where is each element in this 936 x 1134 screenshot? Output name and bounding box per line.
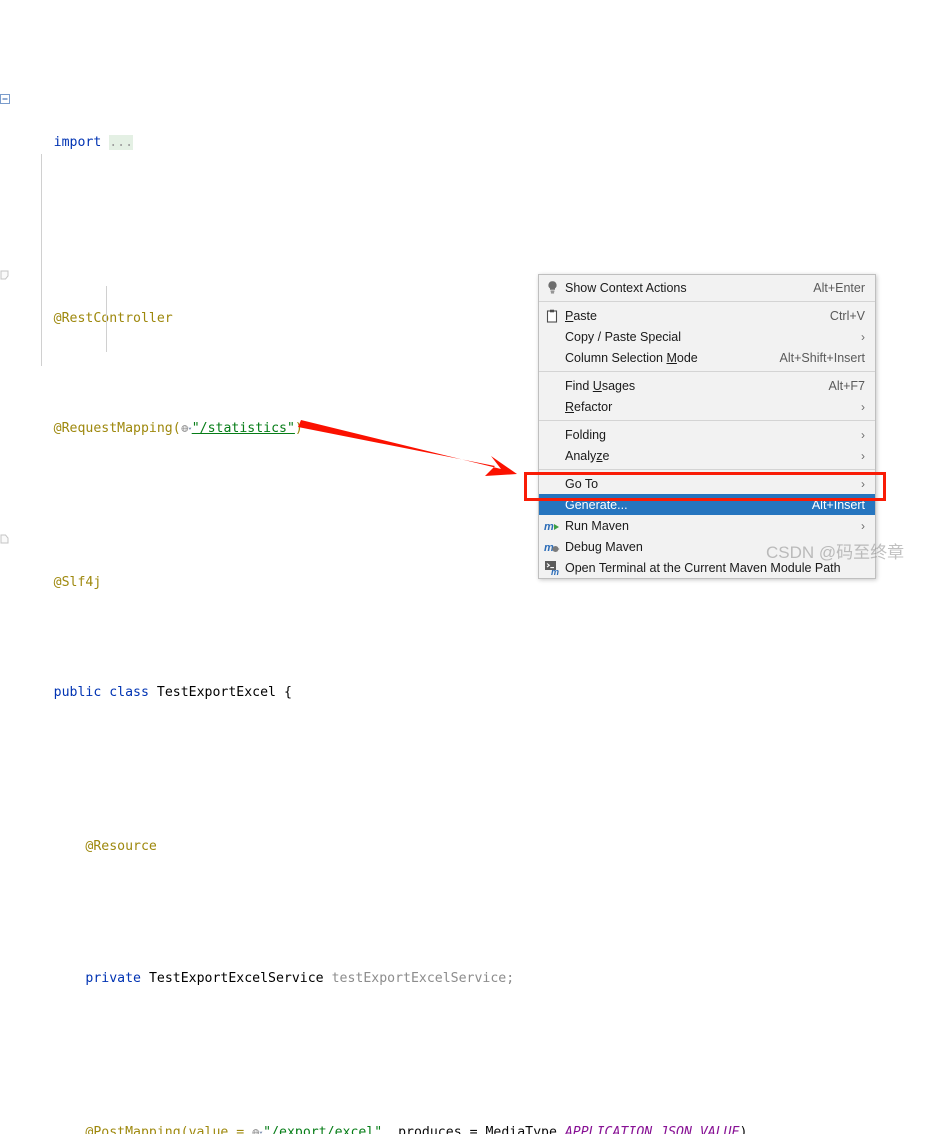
svg-text:m: m — [544, 521, 554, 533]
no-icon — [539, 396, 565, 417]
menu-item-shortcut: Alt+Enter — [813, 280, 865, 295]
no-icon — [539, 473, 565, 494]
menu-item-label: Go To — [565, 476, 599, 491]
fold-region-icon[interactable] — [0, 270, 10, 280]
token-application-json-value: APPLICATION_JSON_VALUE — [564, 1125, 740, 1134]
clipboard-icon — [539, 305, 565, 326]
code-line-service-field[interactable]: private TestExportExcelService testExpor… — [0, 946, 936, 986]
menu-separator — [539, 371, 875, 372]
token-requestmapping-open: @RequestMapping( — [53, 421, 181, 436]
chevron-right-icon: › — [861, 518, 865, 533]
menu-item-shortcut: Alt+F7 — [828, 378, 865, 393]
maven-debug-icon: m — [539, 536, 565, 557]
token-export-excel-path[interactable]: "/export/excel" — [263, 1125, 382, 1134]
menu-separator — [539, 301, 875, 302]
menu-item-label: Copy / Paste Special — [565, 329, 682, 344]
token-slf4j: @Slf4j — [53, 575, 102, 590]
lightbulb-icon — [539, 277, 565, 298]
menu-item-copy-paste-special[interactable]: Copy / Paste Special › — [539, 326, 875, 347]
menu-item-label: Analyze — [565, 448, 610, 463]
menu-item-label: Find Usages — [565, 378, 636, 393]
menu-separator — [539, 420, 875, 421]
indent-guide — [41, 154, 42, 366]
code-line-resource-annotation[interactable]: @Resource — [0, 814, 936, 854]
token-postmapping-open: @PostMapping(value = — [85, 1125, 253, 1134]
chevron-right-icon: › — [861, 448, 865, 463]
code-line-class-declaration[interactable]: public class TestExportExcel { — [0, 660, 936, 700]
menu-item-shortcut: Ctrl+V — [829, 308, 865, 323]
token-service-type: TestExportExcelService — [148, 971, 324, 986]
menu-item-analyze[interactable]: Analyze › — [539, 445, 875, 466]
token-postmapping-mid: , produces = MediaType. — [382, 1125, 565, 1134]
no-icon — [539, 424, 565, 445]
no-icon — [539, 445, 565, 466]
svg-text:m: m — [551, 567, 559, 575]
editor-context-menu[interactable]: Show Context Actions Alt+Enter Paste Ctr… — [538, 274, 876, 579]
no-icon — [539, 494, 565, 515]
menu-item-debug-maven[interactable]: m Debug Maven — [539, 536, 875, 557]
chevron-right-icon: › — [861, 399, 865, 414]
token-class-name: TestExportExcel — [156, 685, 276, 700]
no-icon — [539, 347, 565, 368]
menu-item-column-selection-mode[interactable]: Column Selection Mode Alt+Shift+Insert — [539, 347, 875, 368]
menu-separator — [539, 469, 875, 470]
chevron-right-icon: › — [861, 427, 865, 442]
token-class-keyword: class — [109, 685, 149, 700]
menu-item-label: Folding — [565, 427, 606, 442]
menu-item-label: Open Terminal at the Current Maven Modul… — [565, 560, 841, 575]
no-icon — [539, 326, 565, 347]
token-resource-annotation: @Resource — [85, 839, 157, 854]
token-postmapping-close: ) — [739, 1125, 748, 1134]
token-service-field-name: testExportExcelService; — [331, 971, 515, 986]
menu-item-find-usages[interactable]: Find Usages Alt+F7 — [539, 375, 875, 396]
menu-item-label: Generate... — [565, 497, 628, 512]
fold-placeholder[interactable]: ... — [109, 135, 134, 150]
token-class-open-brace: { — [283, 685, 292, 700]
code-line-import[interactable]: import ... — [0, 88, 936, 150]
token-import-keyword: import — [53, 135, 102, 150]
svg-text:m: m — [544, 542, 554, 554]
maven-run-icon: m — [539, 515, 565, 536]
menu-item-show-context-actions[interactable]: Show Context Actions Alt+Enter — [539, 277, 875, 298]
menu-item-shortcut: Alt+Insert — [811, 497, 865, 512]
menu-item-run-maven[interactable]: m Run Maven › — [539, 515, 875, 536]
chevron-right-icon: › — [861, 329, 865, 344]
web-globe-icon[interactable] — [252, 1127, 263, 1134]
token-statistics-path[interactable]: "/statistics" — [192, 421, 295, 436]
menu-item-paste[interactable]: Paste Ctrl+V — [539, 305, 875, 326]
indent-guide — [106, 286, 107, 352]
menu-item-open-terminal-maven[interactable]: m Open Terminal at the Current Maven Mod… — [539, 557, 875, 578]
menu-item-label-rest: aste — [573, 308, 597, 323]
menu-item-label: Debug Maven — [565, 539, 643, 554]
menu-item-folding[interactable]: Folding › — [539, 424, 875, 445]
fold-region-end-icon[interactable] — [0, 534, 10, 544]
menu-item-go-to[interactable]: Go To › — [539, 473, 875, 494]
token-requestmapping-close: ) — [294, 421, 303, 436]
no-icon — [539, 375, 565, 396]
menu-item-refactor[interactable]: Refactor › — [539, 396, 875, 417]
token-private-keyword: private — [85, 971, 141, 986]
menu-item-label: Column Selection Mode — [565, 350, 698, 365]
chevron-right-icon: › — [861, 476, 865, 491]
menu-item-label: Refactor — [565, 399, 613, 414]
maven-terminal-icon: m — [539, 557, 565, 578]
menu-item-shortcut: Alt+Shift+Insert — [779, 350, 865, 365]
menu-item-label: Paste — [565, 308, 597, 323]
fold-collapsed-icon[interactable] — [0, 94, 10, 104]
menu-item-label: Run Maven — [565, 518, 629, 533]
menu-item-generate[interactable]: Generate... Alt+Insert — [539, 494, 875, 515]
token-public-keyword: public — [53, 685, 102, 700]
code-line-postmapping[interactable]: @PostMapping(value = "/export/excel", pr… — [0, 1100, 936, 1134]
web-globe-icon[interactable] — [181, 423, 192, 434]
token-restcontroller: @RestController — [53, 311, 173, 326]
menu-item-label: Show Context Actions — [565, 280, 687, 295]
